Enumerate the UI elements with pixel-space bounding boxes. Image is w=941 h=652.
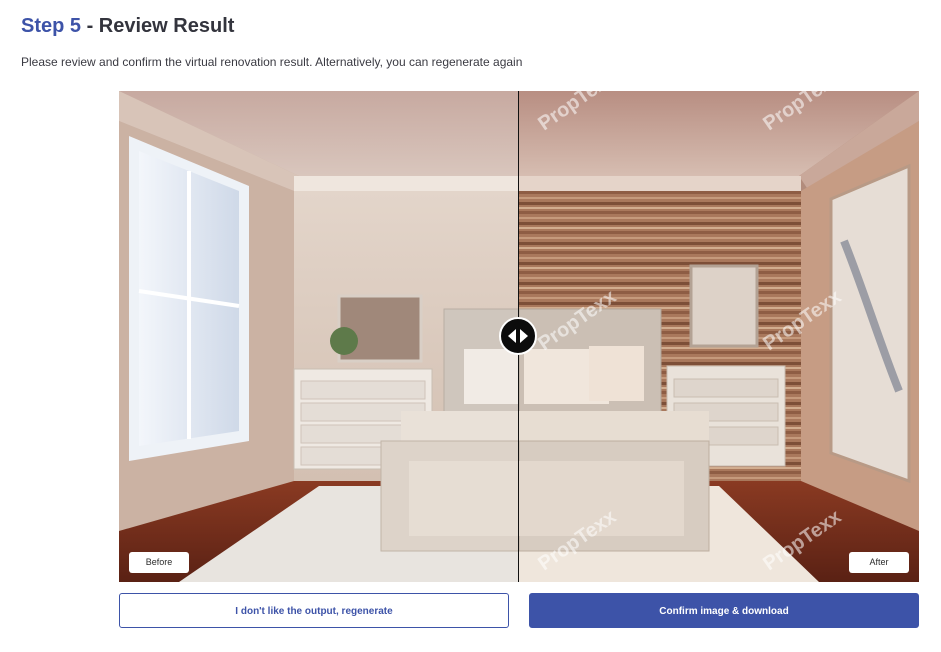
- step-number: Step 5: [21, 15, 82, 37]
- regenerate-button[interactable]: I don't like the output, regenerate: [119, 593, 509, 628]
- before-after-comparison[interactable]: PropTexx PropTexx PropTexx PropTexx Prop…: [119, 91, 919, 582]
- after-label: After: [849, 552, 909, 573]
- confirm-download-button[interactable]: Confirm image & download: [529, 593, 919, 628]
- left-right-arrows-icon: [508, 329, 528, 343]
- comparison-slider-handle[interactable]: [499, 317, 537, 355]
- page-subtitle: Please review and confirm the virtual re…: [21, 55, 523, 69]
- page-title: Step 5 - Review Result: [21, 15, 234, 38]
- step-title: - Review Result: [81, 15, 235, 37]
- before-label: Before: [129, 552, 189, 573]
